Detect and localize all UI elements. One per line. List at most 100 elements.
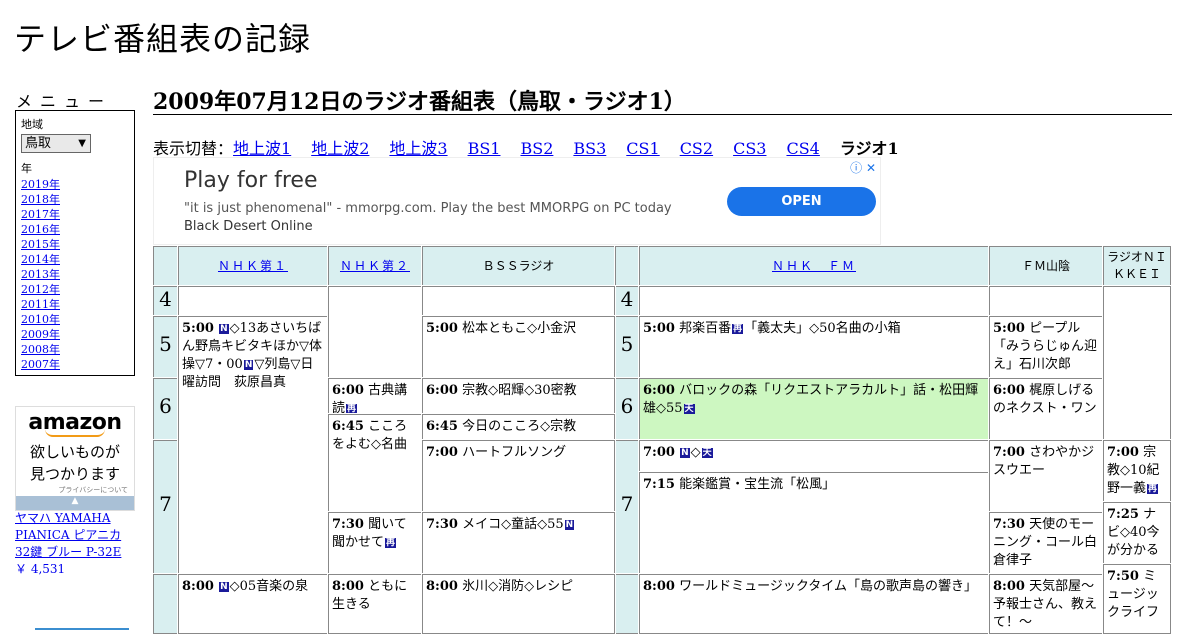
- switch-link-chijo3[interactable]: 地上波3: [389, 139, 447, 158]
- nhk-n-icon: N: [219, 324, 229, 334]
- program-empty: [327, 285, 423, 379]
- hour-cell: 5: [152, 315, 179, 379]
- page-title: 2009年07月12日のラジオ番組表（鳥取・ラジオ1）: [153, 84, 1172, 115]
- program-cell[interactable]: 5:00 邦楽百番再「義太夫」◇50名曲の小箱: [638, 315, 990, 379]
- program-cell[interactable]: 6:00 梶原しげるのネクスト・ワン: [988, 377, 1104, 441]
- banner-title: Play for free: [184, 168, 318, 193]
- header-fmsanin: ＦＭ山陰: [988, 245, 1104, 287]
- switch-link-chijo1[interactable]: 地上波1: [233, 139, 291, 158]
- switch-current: ラジオ1: [839, 139, 899, 158]
- switch-link-cs3[interactable]: CS3: [733, 139, 766, 158]
- year-link[interactable]: 2016年: [21, 223, 60, 236]
- year-link[interactable]: 2012年: [21, 283, 60, 296]
- hour-cell: 7: [152, 439, 179, 575]
- chevron-down-icon: ▼: [78, 138, 86, 149]
- open-button[interactable]: OPEN: [727, 187, 876, 216]
- amazon-ad[interactable]: amazon 欲しいものが 見つかります プライバシーについて ▲: [15, 406, 135, 511]
- program-cell[interactable]: 6:45 こころをよむ◇名曲: [327, 413, 423, 513]
- banner-ad[interactable]: ⓘ ✕ Play for free "it is just phenomenal…: [153, 157, 881, 245]
- program-cell[interactable]: 8:00 ともに生きる: [327, 573, 423, 634]
- program-cell[interactable]: 8:00 氷川◇消防◇レシピ: [421, 573, 616, 634]
- product-ad: ヤマハ YAMAHA PIANICA ピアニカ 32鍵 ブルー P-32E ￥ …: [15, 510, 140, 578]
- display-switcher: 表示切替：地上波1 地上波2 地上波3 BS1 BS2 BS3 CS1 CS2 CS3 CS4 ラジ…: [153, 135, 899, 159]
- switch-link-cs2[interactable]: CS2: [680, 139, 713, 158]
- header-nhk1: ＮＨＫ第１: [177, 245, 329, 287]
- stereo-icon: 天: [701, 448, 713, 458]
- program-cell[interactable]: 8:00 天気部屋～予報士さん、教えて！～: [988, 573, 1104, 634]
- hour-cell: 6: [614, 377, 640, 441]
- region-label: 地域: [21, 118, 43, 131]
- year-link[interactable]: 2017年: [21, 208, 60, 221]
- program-cell[interactable]: 8:00 ワールドミュージックタイム「島の歌声島の響き」: [638, 573, 990, 634]
- menu-panel: 地域 鳥取 ▼ 年 2019年 2018年 2017年 2016年 2015年 …: [15, 110, 135, 376]
- amazon-tagline: 欲しいものが 見つかります: [16, 441, 134, 485]
- switch-link-bs2[interactable]: BS2: [520, 139, 553, 158]
- privacy-link[interactable]: プライバシーについて: [16, 485, 134, 495]
- program-empty: [421, 285, 616, 317]
- program-cell[interactable]: 7:30 天使のモーニング・コール白倉律子: [988, 511, 1104, 575]
- program-cell-highlighted[interactable]: 6:00 バロックの森「リクエストアラカルト」話・松田輝雄◇55 天: [638, 377, 990, 441]
- hour-cell: 4: [614, 285, 640, 317]
- header-nikkei: ラジオＮＩＫＫＥＩ: [1102, 245, 1172, 287]
- year-link[interactable]: 2014年: [21, 253, 60, 266]
- ad-carousel-bar[interactable]: ▲: [16, 496, 134, 510]
- year-link[interactable]: 2015年: [21, 238, 60, 251]
- channel-link-nhkfm[interactable]: ＮＨＫ ＦＭ: [772, 259, 856, 273]
- chevron-up-icon: ▲: [71, 496, 79, 506]
- header-nhk2: ＮＨＫ第２: [327, 245, 423, 287]
- program-cell[interactable]: 5:00 松本ともこ◇小金沢: [421, 315, 616, 379]
- program-cell[interactable]: 6:00 宗教◇昭輝◇30密教: [421, 377, 616, 415]
- site-title: テレビ番組表の記録: [14, 20, 312, 58]
- switch-link-chijo2[interactable]: 地上波2: [311, 139, 369, 158]
- program-cell[interactable]: 7:50 ミュージックライフ: [1102, 563, 1172, 634]
- banner-description: "it is just phenomenal" - mmorpg.com. Pl…: [184, 200, 694, 236]
- channel-link-nhk2[interactable]: ＮＨＫ第２: [340, 259, 410, 273]
- program-cell[interactable]: 5:00 ピープル「みうらじゅん迎え」石川次郎: [988, 315, 1104, 379]
- program-cell[interactable]: 7:00 N ◇ 天: [638, 439, 990, 473]
- info-icon[interactable]: ⓘ: [850, 161, 862, 175]
- year-link[interactable]: 2010年: [21, 313, 60, 326]
- program-cell[interactable]: 7:15 能楽鑑賞・宝生流「松風」: [638, 471, 990, 575]
- program-cell[interactable]: 7:30 メイコ◇童話◇55 N: [421, 511, 616, 575]
- year-link[interactable]: 2007年: [21, 358, 60, 371]
- program-empty: [177, 285, 329, 317]
- program-cell[interactable]: 7:00 宗教◇10紀野一義再: [1102, 439, 1172, 503]
- program-cell[interactable]: 7:30 聞いて聞かせて再: [327, 511, 423, 575]
- program-empty: [988, 285, 1104, 317]
- program-cell[interactable]: 6:45 今日のこころ◇宗教: [421, 413, 616, 441]
- stereo-icon: 天: [683, 404, 695, 414]
- corner-header: [152, 245, 179, 287]
- program-cell[interactable]: 7:00 ハートフルソング: [421, 439, 616, 513]
- nhk-n-icon: N: [243, 360, 254, 370]
- switch-link-cs1[interactable]: CS1: [626, 139, 659, 158]
- program-cell[interactable]: 8:00 N ◇05音楽の泉: [177, 573, 329, 634]
- hour-cell: 5: [614, 315, 640, 379]
- switch-link-bs1[interactable]: BS1: [468, 139, 501, 158]
- close-icon[interactable]: ✕: [866, 161, 876, 175]
- switch-link-cs4[interactable]: CS4: [786, 139, 819, 158]
- year-link[interactable]: 2018年: [21, 193, 60, 206]
- year-label: 年: [21, 162, 32, 175]
- program-cell[interactable]: 7:00 さわやかジスウエー: [988, 439, 1104, 513]
- program-cell[interactable]: 5:00 N ◇13あさいちばん野鳥キビタキほか▽体操▽7・00 N ▽列島▽日曜訪問…: [177, 315, 329, 575]
- header-bss: ＢＳＳラジオ: [421, 245, 616, 287]
- year-link[interactable]: 2009年: [21, 328, 60, 341]
- menu-title: メニュー: [16, 92, 113, 111]
- product-title-link[interactable]: ヤマハ YAMAHA PIANICA ピアニカ 32鍵 ブルー P-32E: [15, 511, 121, 559]
- year-link[interactable]: 2019年: [21, 178, 60, 191]
- region-select[interactable]: 鳥取 ▼: [21, 134, 91, 153]
- year-link[interactable]: 2011年: [21, 298, 60, 311]
- year-list: 2019年 2018年 2017年 2016年 2015年 2014年 2013…: [21, 177, 129, 372]
- channel-link-nhk1[interactable]: ＮＨＫ第１: [218, 259, 288, 273]
- region-select-value: 鳥取: [25, 136, 52, 151]
- rebroadcast-icon: 再: [732, 324, 744, 334]
- switch-link-bs3[interactable]: BS3: [573, 139, 606, 158]
- nhk-n-icon: N: [564, 520, 575, 530]
- program-cell[interactable]: 7:25 ナビ◇40今が分かる: [1102, 501, 1172, 565]
- rebroadcast-icon: 再: [1147, 484, 1159, 494]
- hour-cell: [614, 573, 640, 634]
- year-link[interactable]: 2013年: [21, 268, 60, 281]
- year-link[interactable]: 2008年: [21, 343, 60, 356]
- program-cell[interactable]: 6:00 古典講読再: [327, 377, 423, 415]
- nhk-n-icon: N: [680, 448, 690, 458]
